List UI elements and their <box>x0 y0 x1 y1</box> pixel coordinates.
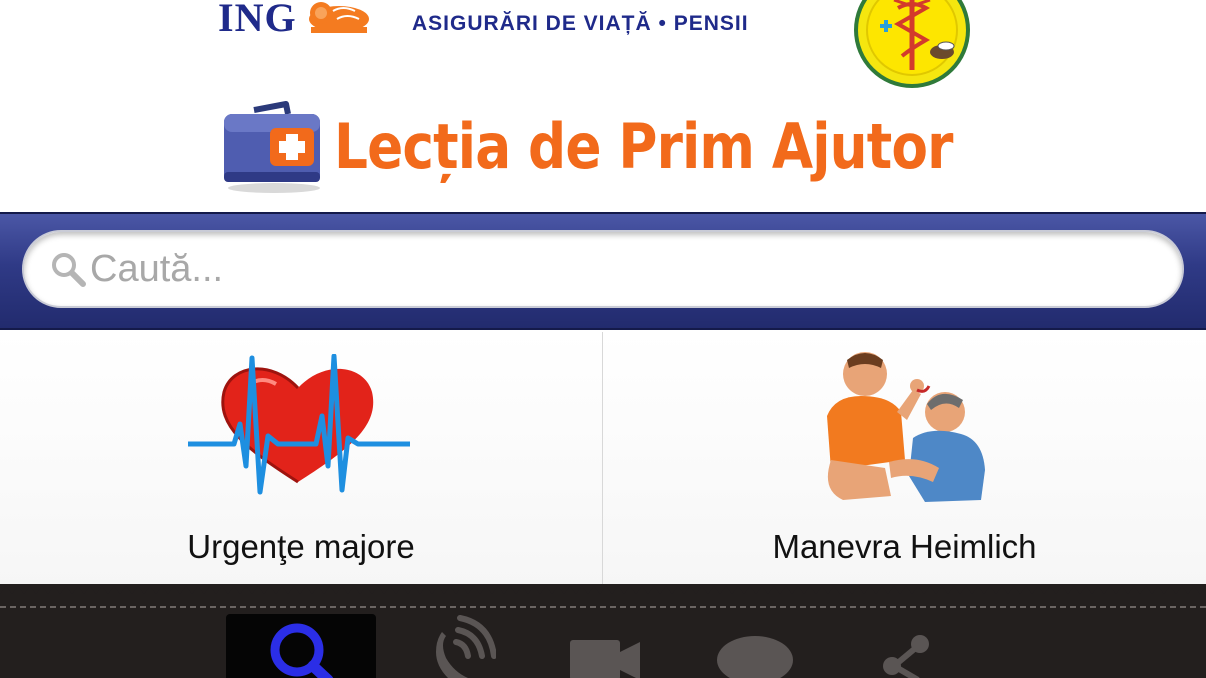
app-title: Lecția de Prim Ajutor <box>334 109 953 183</box>
phone-icon <box>436 615 496 678</box>
heart-ecg-icon <box>188 354 410 495</box>
tile-label: Manevra Heimlich <box>772 528 1037 565</box>
chat-bubble-icon <box>717 636 793 678</box>
search-icon <box>270 623 334 678</box>
app-header: ING ASIGURĂRI DE VIAȚĂ • PENSII Lecția d… <box>0 0 1206 212</box>
share-icon <box>883 635 929 678</box>
heimlich-maneuver-icon <box>827 352 985 502</box>
lion-icon <box>308 2 369 33</box>
tile-urgente-majore[interactable]: Urgenţe majore <box>0 332 603 594</box>
tile-manevra-heimlich[interactable]: Manevra Heimlich <box>603 332 1206 594</box>
search-input[interactable] <box>90 239 1090 299</box>
stitch-divider <box>0 606 1206 608</box>
brand-row: Lecția de Prim Ajutor <box>218 96 1053 196</box>
category-grid: Urgenţe majore Manevra Heimlich <box>0 332 1206 594</box>
first-aid-kit-icon <box>224 101 320 193</box>
search-field[interactable] <box>22 230 1184 308</box>
search-bar <box>0 212 1206 330</box>
tab-video[interactable] <box>526 614 676 678</box>
ing-logo-text: ING <box>218 0 297 40</box>
search-icon <box>52 253 86 287</box>
video-camera-icon <box>570 640 640 678</box>
ing-logo: ING <box>218 0 373 40</box>
medical-emblem-icon <box>854 0 970 88</box>
tab-search[interactable] <box>226 614 376 678</box>
tab-phone[interactable] <box>376 614 526 678</box>
tab-share[interactable] <box>830 614 980 678</box>
ing-tagline: ASIGURĂRI DE VIAȚĂ • PENSII <box>412 12 749 35</box>
tab-chat[interactable] <box>680 614 830 678</box>
tile-label: Urgenţe majore <box>187 528 415 565</box>
zigzag-edge <box>0 586 1206 602</box>
